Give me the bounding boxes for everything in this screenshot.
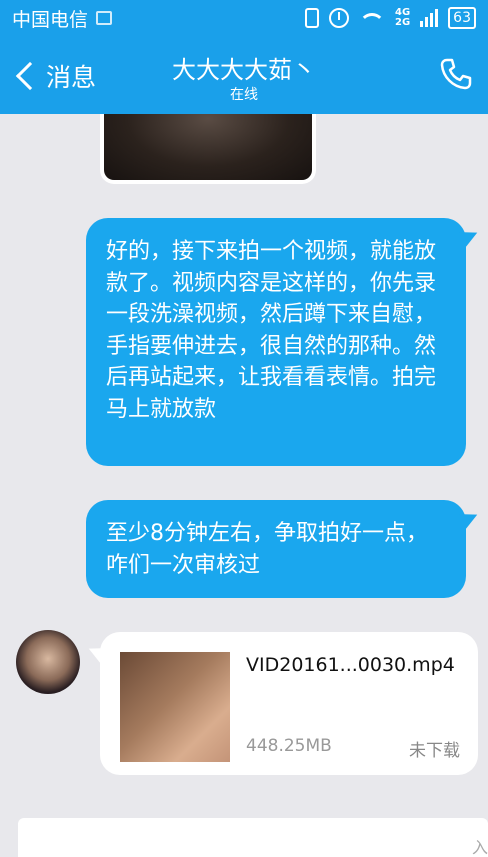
download-status[interactable]: 未下载	[409, 736, 460, 761]
message-text: 好的，接下来拍一个视频，就能放款了。视频内容是这样的，你先录一段洗澡视频，然后蹲…	[106, 239, 437, 422]
status-bar: 中国电信 4G 2G 63	[0, 0, 488, 36]
carrier-name: 中国电信	[12, 8, 89, 31]
file-name: VID20161...0030.mp4	[246, 654, 455, 676]
outgoing-message[interactable]: 好的，接下来拍一个视频，就能放款了。视频内容是这样的，你先录一段洗澡视频，然后蹲…	[86, 218, 466, 466]
network-type: 4G 2G	[395, 8, 410, 28]
image-notification-icon	[96, 11, 113, 25]
network-type-bottom: 2G	[395, 17, 411, 28]
alarm-icon	[329, 8, 349, 28]
contact-avatar[interactable]	[16, 630, 80, 694]
message-text: 至少8分钟左右，争取拍好一点，咋们一次审核过	[106, 521, 428, 578]
chat-header: 消息 大大大大茹丶 在线	[0, 36, 488, 114]
contact-name: 大大大大茹丶	[172, 56, 316, 84]
file-size: 448.25MB	[246, 736, 332, 756]
contact-status: 在线	[230, 87, 258, 103]
wifi-icon	[359, 9, 385, 27]
image-message[interactable]	[100, 114, 316, 184]
signal-icon	[420, 9, 439, 27]
phone-icon[interactable]	[438, 56, 474, 92]
input-hint: 入	[471, 838, 488, 857]
message-list[interactable]: 好的，接下来拍一个视频，就能放款了。视频内容是这样的，你先录一段洗澡视频，然后蹲…	[0, 114, 488, 857]
battery-level: 63	[448, 7, 476, 29]
outgoing-message[interactable]: 至少8分钟左右，争取拍好一点，咋们一次审核过	[86, 500, 466, 598]
video-thumbnail[interactable]	[120, 652, 230, 762]
message-input[interactable]: 入	[18, 818, 488, 857]
vibrate-icon	[305, 8, 319, 28]
file-message[interactable]: VID20161...0030.mp4 448.25MB 未下载	[100, 632, 478, 775]
message-photo[interactable]	[104, 114, 312, 180]
